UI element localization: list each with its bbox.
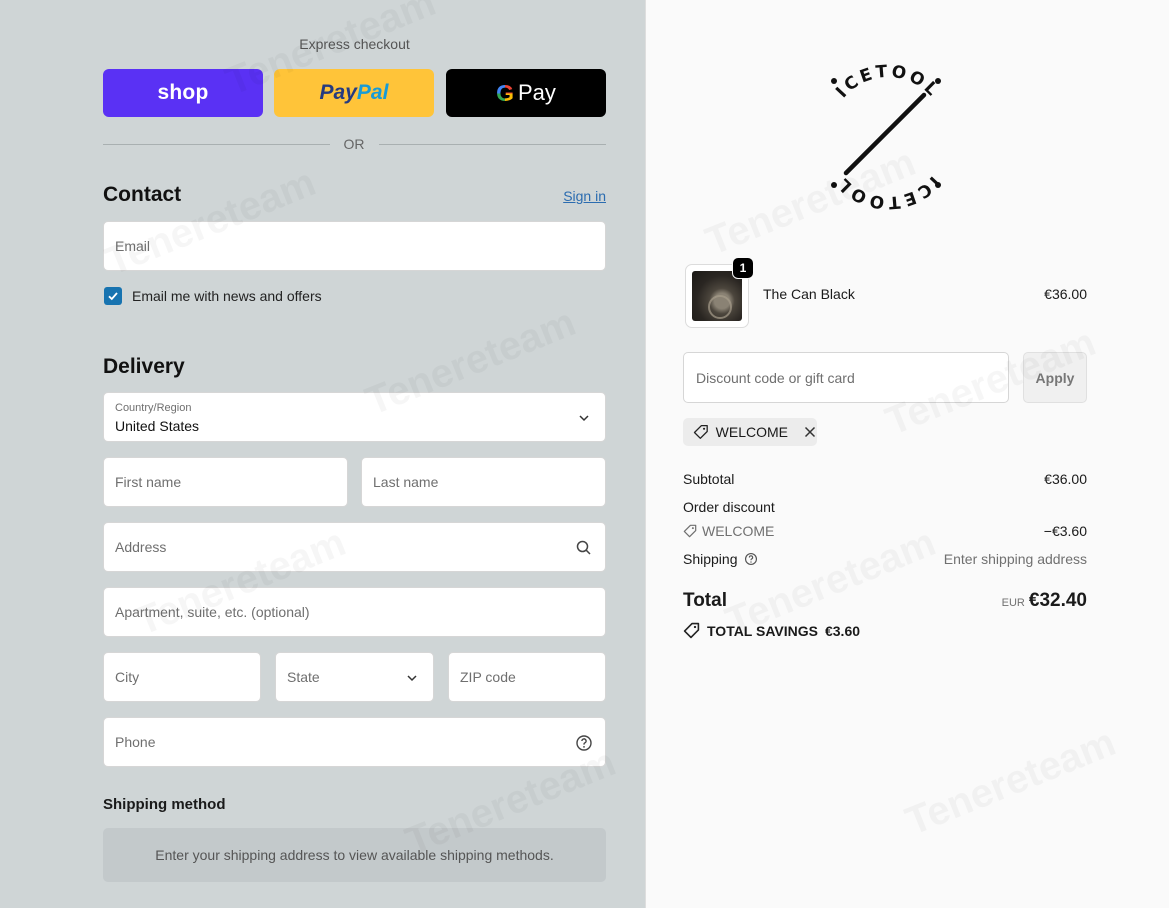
order-discount-value: −€3.60 — [1043, 523, 1087, 539]
last-name-field[interactable]: Last name — [361, 457, 606, 507]
order-discount-code: WELCOME — [702, 523, 775, 539]
total-value: €32.40 — [1028, 590, 1087, 611]
shipping-label: Shipping — [683, 551, 738, 567]
country-value: United States — [115, 418, 200, 434]
checkout-form-panel: Express checkout shop Pay Pal G Pay OR Co… — [0, 0, 645, 908]
paypal-label-part2: Pal — [356, 81, 389, 104]
newsletter-label: Email me with news and offers — [132, 288, 322, 304]
google-pay-button[interactable]: G Pay — [446, 69, 606, 117]
shop-pay-button[interactable]: shop — [103, 69, 263, 117]
address-field[interactable]: Address — [103, 522, 606, 572]
tag-icon — [693, 425, 708, 439]
address-placeholder: Address — [115, 539, 167, 555]
order-discount-code-row: WELCOME — [683, 523, 774, 539]
apartment-placeholder: Apartment, suite, etc. (optional) — [115, 604, 310, 620]
state-placeholder: State — [287, 669, 320, 685]
email-placeholder: Email — [115, 238, 151, 254]
total-currency: EUR — [1001, 597, 1025, 609]
chevron-down-icon — [407, 675, 417, 682]
last-name-placeholder: Last name — [373, 474, 439, 490]
quantity-badge: 1 — [732, 257, 754, 279]
product-price: €36.00 — [1044, 286, 1087, 302]
applied-discount-chip: WELCOME — [683, 418, 817, 446]
total-savings-label: TOTAL SAVINGS — [707, 622, 818, 639]
or-divider-right — [379, 144, 606, 145]
city-placeholder: City — [115, 669, 140, 685]
or-divider-text: OR — [343, 136, 365, 152]
paypal-label-part1: Pay — [319, 81, 357, 104]
apply-discount-button[interactable]: Apply — [1023, 352, 1087, 403]
express-checkout-title: Express checkout — [299, 36, 410, 52]
first-name-placeholder: First name — [115, 474, 182, 490]
total-savings-value: €3.60 — [824, 622, 861, 639]
checkmark-icon — [108, 292, 118, 301]
icetool-logo: ICETOOL ICETOOL — [831, 62, 944, 212]
shipping-row-label: Shipping — [683, 551, 758, 567]
zip-field[interactable]: ZIP code — [448, 652, 606, 702]
phone-field[interactable]: Phone — [103, 717, 606, 767]
total-label: Total — [683, 590, 727, 611]
subtotal-label: Subtotal — [683, 471, 735, 487]
search-icon — [576, 540, 591, 555]
country-label: Country/Region — [115, 402, 192, 414]
apartment-field[interactable]: Apartment, suite, etc. (optional) — [103, 587, 606, 637]
google-pay-label: Pay — [517, 80, 556, 105]
or-divider-left — [103, 144, 330, 145]
logo-text-bottom: ICETOOL — [832, 172, 941, 212]
zip-placeholder: ZIP code — [460, 669, 516, 685]
google-g-icon: G — [496, 79, 514, 106]
remove-discount-close-icon[interactable] — [803, 425, 817, 439]
shipping-value: Enter shipping address — [943, 551, 1087, 567]
product-name: The Can Black — [763, 286, 855, 302]
shop-pay-label: shop — [157, 81, 209, 104]
first-name-field[interactable]: First name — [103, 457, 348, 507]
sign-in-link[interactable]: Sign in — [540, 188, 606, 204]
chevron-down-icon — [579, 415, 589, 422]
applied-discount-code: WELCOME — [715, 424, 788, 440]
shipping-method-notice: Enter your shipping address to view avai… — [103, 828, 606, 882]
subtotal-value: €36.00 — [1044, 471, 1087, 487]
state-select[interactable]: State — [275, 652, 434, 702]
svg-text:ICETOOL: ICETOOL — [832, 62, 944, 102]
contact-heading: Contact — [103, 183, 182, 206]
svg-text:ICETOOL: ICETOOL — [832, 172, 944, 212]
delivery-heading: Delivery — [103, 355, 185, 378]
order-discount-label: Order discount — [683, 499, 775, 515]
city-field[interactable]: City — [103, 652, 261, 702]
total-amount: EUR €32.40 — [887, 590, 1087, 612]
shipping-method-heading: Shipping method — [103, 796, 226, 813]
total-savings: TOTAL SAVINGS €3.60 — [683, 622, 860, 639]
logo-text-top: ICETOOL — [832, 62, 941, 102]
tag-icon — [683, 622, 700, 639]
discount-placeholder: Discount code or gift card — [696, 370, 855, 386]
discount-code-field[interactable]: Discount code or gift card — [683, 352, 1009, 403]
newsletter-checkbox[interactable] — [104, 287, 122, 305]
help-circle-icon[interactable] — [744, 552, 758, 566]
tag-icon — [683, 524, 697, 538]
email-field[interactable]: Email — [103, 221, 606, 271]
paypal-button[interactable]: Pay Pal — [274, 69, 434, 117]
country-select[interactable]: Country/Region United States — [103, 392, 606, 442]
product-image — [692, 271, 742, 321]
help-circle-icon[interactable] — [575, 734, 593, 752]
phone-placeholder: Phone — [115, 734, 156, 750]
